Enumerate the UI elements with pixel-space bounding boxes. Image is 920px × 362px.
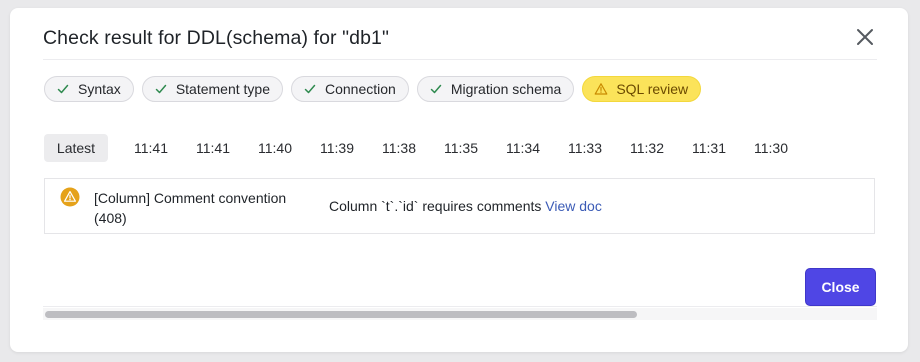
check-icon xyxy=(56,82,70,96)
rule-message: Column `t`.`id` requires comments xyxy=(329,198,546,214)
chip-label: Statement type xyxy=(175,81,270,97)
timeline-item[interactable]: 11:31 xyxy=(682,134,736,162)
check-icon xyxy=(303,82,317,96)
timeline-item[interactable]: 11:40 xyxy=(248,134,302,162)
check-icon xyxy=(429,82,443,96)
timeline-item[interactable]: 11:41 xyxy=(124,134,178,162)
chip-label: Connection xyxy=(324,81,396,97)
rule-title: [Column] Comment convention (408) xyxy=(94,190,287,226)
header-divider xyxy=(43,59,877,60)
close-icon[interactable] xyxy=(853,25,877,49)
scrollbar-thumb[interactable] xyxy=(45,311,637,318)
view-doc-link[interactable]: View doc xyxy=(545,198,602,214)
footer-divider xyxy=(43,306,877,307)
chip-syntax[interactable]: Syntax xyxy=(44,76,134,102)
timeline-item[interactable]: 11:34 xyxy=(496,134,550,162)
dialog-title: Check result for DDL(schema) for "db1" xyxy=(43,27,390,49)
timeline-item[interactable]: 11:41 xyxy=(186,134,240,162)
chip-label: SQL review xyxy=(616,81,689,97)
chip-sql-review[interactable]: SQL review xyxy=(582,76,702,102)
check-status-chips: Syntax Statement type Connection Migrati… xyxy=(44,76,702,102)
check-icon xyxy=(154,82,168,96)
warning-icon xyxy=(60,187,80,207)
timeline-item[interactable]: 11:39 xyxy=(310,134,364,162)
timeline-item[interactable]: 11:38 xyxy=(372,134,426,162)
timeline-item[interactable]: 11:30 xyxy=(744,134,798,162)
timeline-item[interactable]: 11:33 xyxy=(558,134,612,162)
rule-message-container: Column `t`.`id` requires comments View d… xyxy=(329,198,602,214)
timeline-item[interactable]: 11:35 xyxy=(434,134,488,162)
chip-connection[interactable]: Connection xyxy=(290,76,409,102)
chip-label: Syntax xyxy=(78,81,121,97)
timeline-item-latest[interactable]: Latest xyxy=(44,134,108,162)
close-button[interactable]: Close xyxy=(805,268,876,306)
chip-label: Migration schema xyxy=(450,81,562,97)
check-history-timeline: Latest 11:41 11:41 11:40 11:39 11:38 11:… xyxy=(44,134,878,162)
chip-migration-schema[interactable]: Migration schema xyxy=(416,76,575,102)
check-result-table: [Column] Comment convention (408) Column… xyxy=(44,178,875,234)
chip-statement-type[interactable]: Statement type xyxy=(141,76,283,102)
warning-icon xyxy=(594,82,608,96)
check-result-dialog: Check result for DDL(schema) for "db1" S… xyxy=(10,8,908,352)
horizontal-scrollbar[interactable] xyxy=(43,308,877,320)
timeline-item[interactable]: 11:32 xyxy=(620,134,674,162)
